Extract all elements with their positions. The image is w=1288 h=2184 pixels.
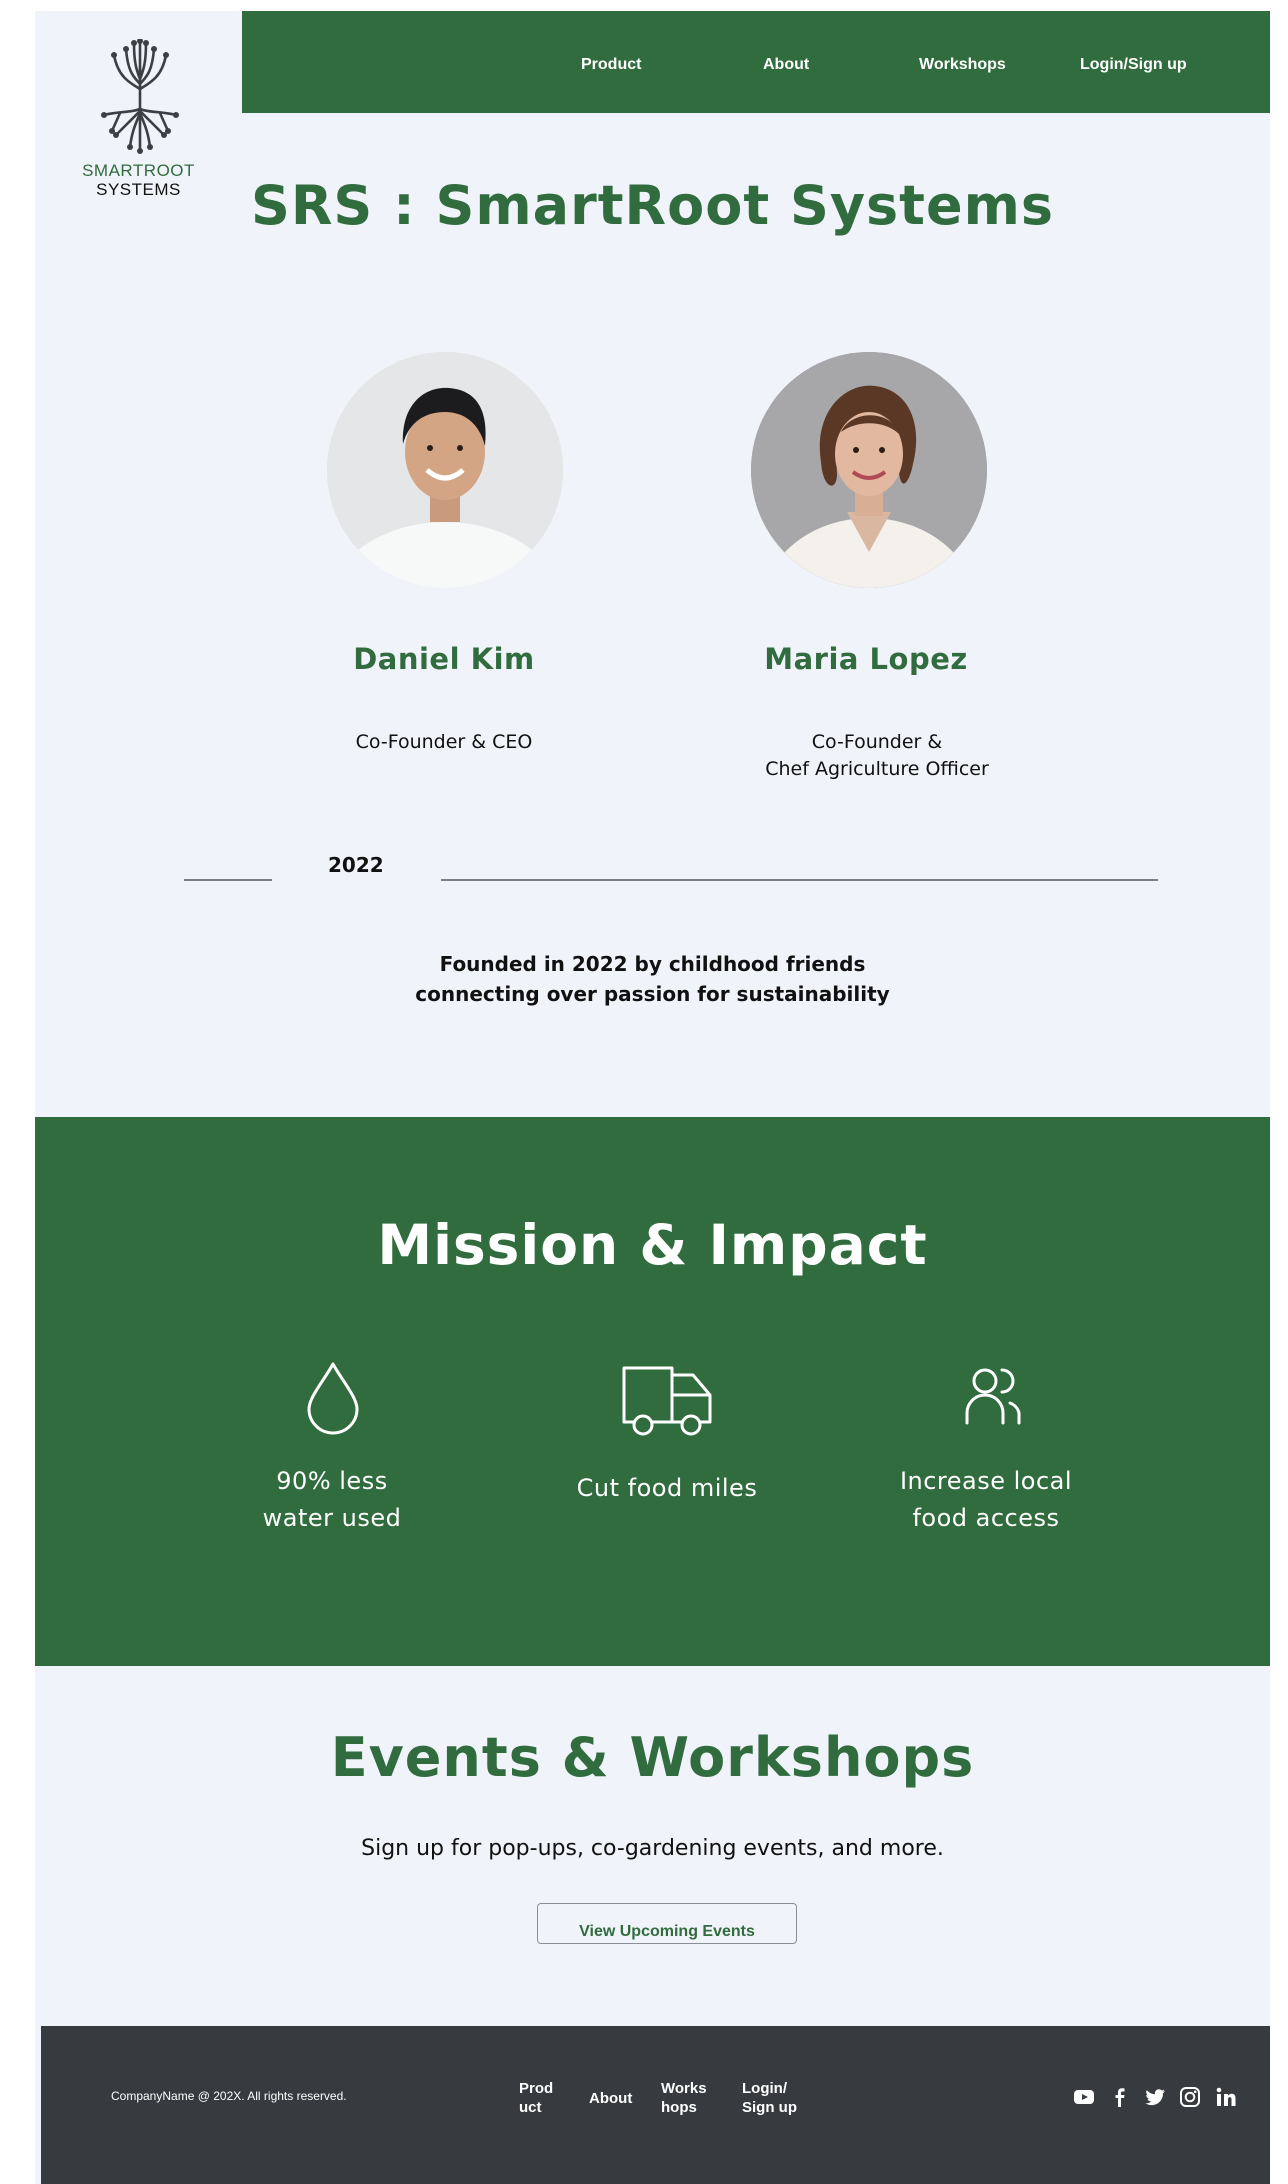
founded-line: Founded in 2022 by childhood friends	[439, 952, 866, 976]
founded-line: connecting over passion for sustainabili…	[415, 982, 890, 1006]
team-member-name: Maria Lopez	[764, 642, 968, 676]
users-icon	[965, 1368, 1021, 1425]
footer-nav-label: Sign up	[742, 2099, 797, 2116]
linkedin-icon[interactable]	[1215, 2086, 1237, 2108]
team-member-role: Co-Founder & CEO	[274, 729, 614, 756]
impact-text: Cut food miles	[576, 1474, 758, 1502]
footer-nav-workshops[interactable]: Works hops	[661, 2079, 707, 2117]
water-drop-icon	[307, 1362, 359, 1435]
instagram-icon[interactable]	[1179, 2086, 1201, 2108]
impact-text: food access	[912, 1504, 1060, 1532]
footer-nav-about[interactable]: About	[589, 2089, 632, 2108]
footer-nav-product[interactable]: Prod uct	[519, 2079, 553, 2117]
nav-login-signup[interactable]: Login/Sign up	[1080, 56, 1187, 74]
footer-nav-login-signup[interactable]: Login/ Sign up	[742, 2079, 797, 2117]
role-line: Chef Agriculture Officer	[765, 758, 989, 780]
timeline-divider-left	[184, 879, 272, 881]
nav-product[interactable]: Product	[581, 56, 641, 74]
footer-nav-label: Prod	[519, 2080, 554, 2097]
impact-text: Increase local	[899, 1467, 1073, 1495]
timeline-divider-right	[441, 879, 1158, 881]
role-line: Co-Founder &	[811, 731, 943, 753]
impact-item-water: 90% less water used	[182, 1463, 482, 1537]
mission-title: Mission & Impact	[377, 1213, 928, 1277]
mission-section: Mission & Impact 90% less water used Cut…	[35, 1117, 1270, 1666]
footer-nav-label: uct	[519, 2099, 542, 2116]
role-line: Co-Founder & CEO	[355, 731, 533, 753]
tree-roots-icon	[101, 39, 179, 154]
founded-statement: Founded in 2022 by childhood friends con…	[35, 949, 1270, 1009]
person-photo-icon	[751, 352, 987, 588]
twitter-icon[interactable]	[1144, 2086, 1166, 2108]
facebook-icon[interactable]	[1109, 2086, 1131, 2108]
page-title: SRS : SmartRoot Systems	[250, 174, 1055, 237]
avatar-maria-lopez	[751, 352, 987, 588]
person-photo-icon	[327, 352, 563, 588]
top-navbar: Product About Workshops Login/Sign up	[242, 11, 1270, 113]
impact-text: 90% less	[276, 1467, 388, 1495]
timeline-year: 2022	[328, 853, 384, 877]
team-member-role: Co-Founder & Chef Agriculture Officer	[707, 729, 1047, 783]
impact-text: water used	[262, 1504, 402, 1532]
page: SMARTROOT SYSTEMS Product About Workshop…	[35, 11, 1270, 2184]
footer-nav-label: Login/	[742, 2080, 787, 2097]
footer: CompanyName @ 202X. All rights reserved.…	[41, 2026, 1270, 2184]
copyright-text: CompanyName @ 202X. All rights reserved.	[111, 2089, 347, 2103]
nav-workshops[interactable]: Workshops	[919, 56, 1006, 74]
avatar-daniel-kim	[327, 352, 563, 588]
events-title: Events & Workshops	[330, 1726, 975, 1789]
team-member-name: Daniel Kim	[353, 642, 535, 676]
impact-item-food-miles: Cut food miles	[517, 1470, 817, 1507]
footer-nav-label: hops	[661, 2099, 697, 2116]
truck-icon	[622, 1366, 712, 1436]
impact-item-food-access: Increase local food access	[836, 1463, 1136, 1537]
footer-nav-label: About	[589, 2090, 633, 2107]
view-events-button[interactable]: View Upcoming Events	[537, 1903, 797, 1944]
events-subtitle: Sign up for pop-ups, co-gardening events…	[361, 1836, 944, 1861]
nav-about[interactable]: About	[763, 56, 809, 74]
footer-nav-label: Works	[661, 2080, 707, 2097]
youtube-icon[interactable]	[1073, 2086, 1095, 2108]
